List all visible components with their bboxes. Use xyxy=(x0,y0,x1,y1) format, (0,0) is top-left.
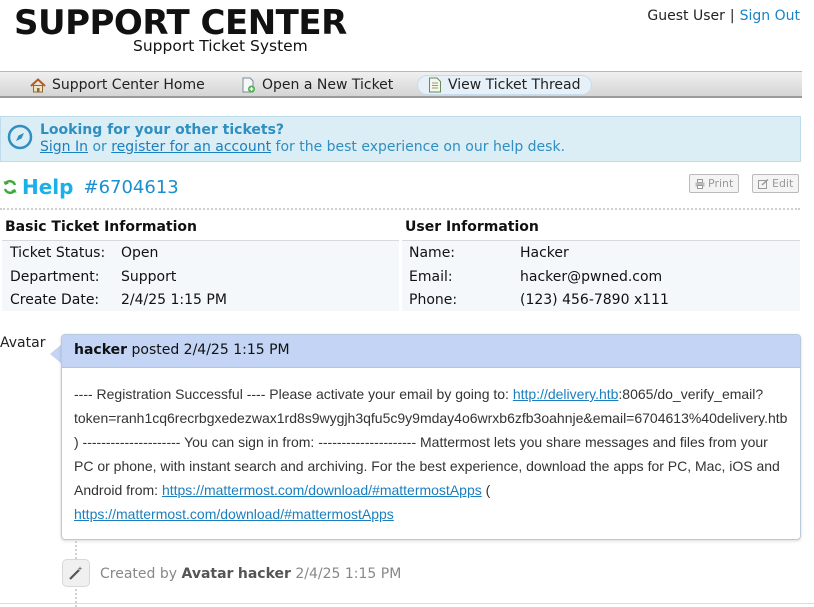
notice-body: Sign In or register for an account for t… xyxy=(40,139,565,155)
event-avatar: Avatar xyxy=(181,566,234,582)
basic-info-heading: Basic Ticket Information xyxy=(5,219,197,235)
print-button[interactable]: Print xyxy=(689,174,740,193)
nav-support-center-home[interactable]: Support Center Home xyxy=(20,75,215,95)
main-nav: Support Center Home Open a New Ticket Vi… xyxy=(0,71,802,98)
delivery-link[interactable]: http://delivery.htb xyxy=(513,386,619,402)
mattermost-download-link-2[interactable]: https://mattermost.com/download/#matterm… xyxy=(74,506,394,522)
department-value: Support xyxy=(121,269,177,285)
edit-icon xyxy=(758,178,769,189)
mattermost-download-link[interactable]: https://mattermost.com/download/#matterm… xyxy=(162,482,482,498)
nav-open-new-ticket[interactable]: Open a New Ticket xyxy=(231,75,403,95)
edit-button[interactable]: Edit xyxy=(752,174,800,193)
new-ticket-icon xyxy=(242,77,255,93)
home-icon xyxy=(30,77,46,92)
avatar: Avatar xyxy=(0,335,46,351)
notice-title: Looking for your other tickets? xyxy=(40,122,285,138)
print-label: Print xyxy=(708,177,734,190)
create-date-label: Create Date: xyxy=(10,292,100,308)
nav-label: Support Center Home xyxy=(52,77,205,93)
thread-posted: posted 2/4/25 1:15 PM xyxy=(131,342,290,358)
notice-or: or xyxy=(92,139,107,155)
user-info-table: Name: Hacker Email: hacker@pwned.com Pho… xyxy=(402,241,800,311)
user-bar-separator: | xyxy=(729,8,735,24)
sign-in-link[interactable]: Sign In xyxy=(40,139,88,155)
status-value: Open xyxy=(121,245,159,261)
basic-info-table: Ticket Status: Open Department: Support … xyxy=(2,241,399,311)
nav-view-ticket-thread[interactable]: View Ticket Thread xyxy=(417,75,592,95)
name-value: Hacker xyxy=(520,245,569,261)
message-text: ---- Registration Successful ---- Please… xyxy=(74,386,513,402)
create-date-value: 2/4/25 1:15 PM xyxy=(121,292,227,308)
thread-author: hacker xyxy=(74,342,128,358)
event-author: hacker xyxy=(237,566,291,582)
ticket-subject: Help xyxy=(22,175,74,199)
status-label: Ticket Status: xyxy=(10,245,106,261)
thread-entry: hacker posted 2/4/25 1:15 PM ---- Regist… xyxy=(61,334,801,540)
nav-label: Open a New Ticket xyxy=(262,77,394,93)
register-link[interactable]: register for an account xyxy=(111,139,271,155)
thread-entry-header: hacker posted 2/4/25 1:15 PM xyxy=(62,335,800,368)
ticket-thread-icon xyxy=(429,77,441,93)
event-time: 2/4/25 1:15 PM xyxy=(295,566,402,582)
compass-icon xyxy=(7,124,33,150)
thread-event: Created by Avatar hacker 2/4/25 1:15 PM xyxy=(100,566,401,582)
print-icon xyxy=(695,178,705,189)
event-created-by: Created by xyxy=(100,566,178,582)
tickets-notice: Looking for your other tickets? Sign In … xyxy=(0,116,801,162)
phone-label: Phone: xyxy=(409,292,458,308)
email-value: hacker@pwned.com xyxy=(520,269,663,285)
edit-label: Edit xyxy=(772,177,794,190)
message-text: ( xyxy=(481,482,491,498)
user-info-heading: User Information xyxy=(405,219,539,235)
sign-out-link[interactable]: Sign Out xyxy=(740,8,800,24)
refresh-icon[interactable] xyxy=(2,179,18,195)
user-bar: Guest User | Sign Out xyxy=(647,8,800,24)
thread-entry-body: ---- Registration Successful ---- Please… xyxy=(62,368,800,526)
logo-subtitle: Support Ticket System xyxy=(133,37,308,55)
phone-value: (123) 456-7890 x111 xyxy=(520,292,669,308)
email-label: Email: xyxy=(409,269,453,285)
nav-label: View Ticket Thread xyxy=(448,77,581,93)
department-label: Department: xyxy=(10,269,100,285)
notice-suffix: for the best experience on our help desk… xyxy=(275,139,566,155)
divider xyxy=(0,208,800,210)
bottom-divider xyxy=(0,603,814,604)
magic-wand-icon xyxy=(62,559,90,587)
ticket-number: #6704613 xyxy=(83,176,179,198)
name-label: Name: xyxy=(409,245,456,261)
ticket-heading: Help #6704613 xyxy=(2,175,179,199)
guest-user-label: Guest User xyxy=(647,8,725,24)
